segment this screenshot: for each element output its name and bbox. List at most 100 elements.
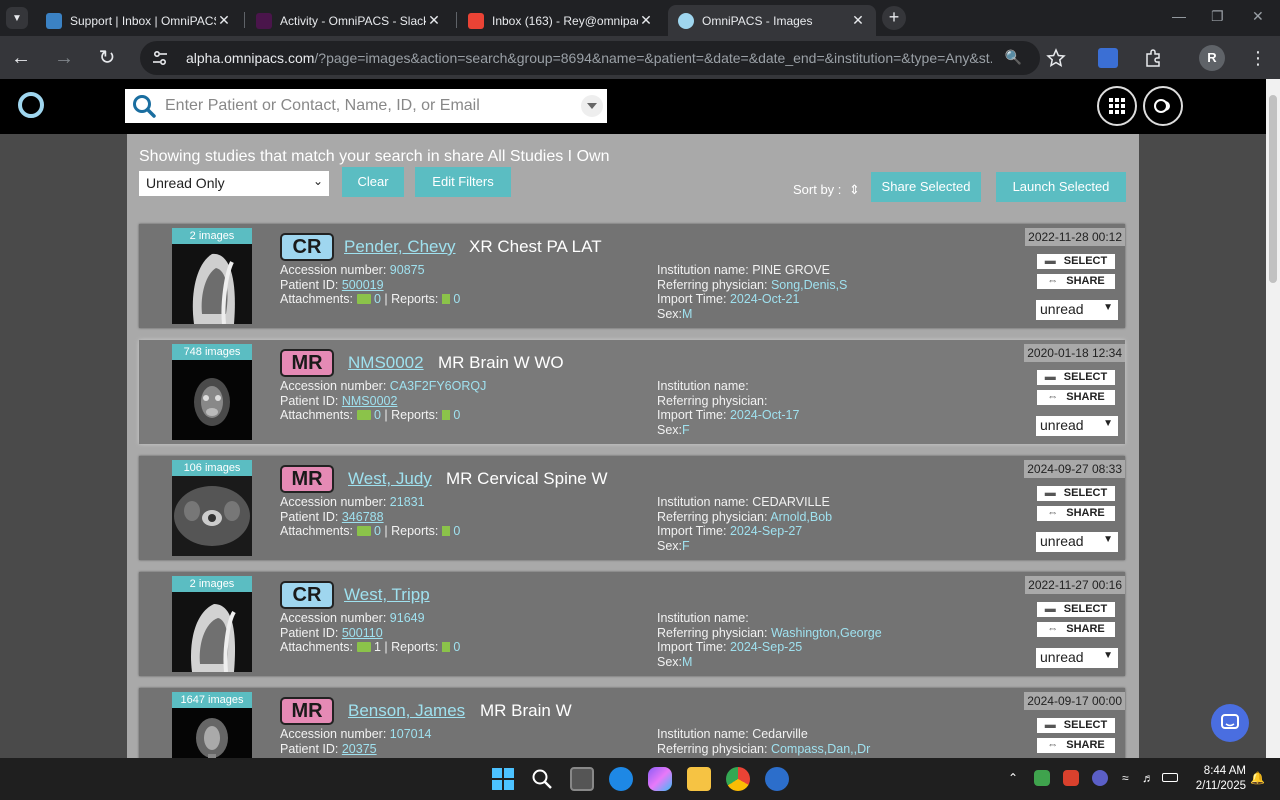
taskbar-search-icon[interactable] [530,767,554,791]
search-dropdown-button[interactable] [581,95,603,117]
notification-bell-icon[interactable]: 🔔 [1250,771,1265,785]
tray-app-icon[interactable] [1092,770,1108,786]
study-thumbnail[interactable] [172,708,252,758]
share-selected-button[interactable]: Share Selected [871,172,981,202]
forward-icon[interactable]: → [52,46,76,70]
address-bar[interactable]: alpha.omnipacs.com/?page=images&action=s… [140,41,1040,75]
file-explorer-icon[interactable] [687,767,711,791]
tab-support-inbox[interactable]: Support | Inbox | OmniPACS ✕ [36,5,242,36]
chest-xray-lateral-image [172,592,252,672]
battery-icon[interactable] [1162,773,1178,782]
chevron-down-icon: ⌄ [312,174,323,188]
read-status-select[interactable]: unread ▼ [1036,416,1118,436]
share-button[interactable]: ⇔ SHARE [1037,274,1115,289]
modality-badge: MR [280,465,334,493]
support-chat-button[interactable] [1211,704,1249,742]
select-button[interactable]: ▬ SELECT [1037,254,1115,269]
window-close-icon[interactable]: ✕ [1252,8,1264,25]
tray-app-icon[interactable] [1063,770,1079,786]
copilot-icon[interactable] [648,767,672,791]
share-button[interactable]: ⇔ SHARE [1037,738,1115,753]
extension-icon[interactable] [1098,48,1118,68]
minus-icon: ▬ [1044,603,1056,615]
omnipacs-logo[interactable] [18,92,44,118]
share-button[interactable]: ⇔ SHARE [1037,390,1115,405]
patient-name-link[interactable]: West, Judy [348,469,432,489]
patient-id-link[interactable]: 20375 [342,742,377,756]
pinned-app-icon[interactable] [765,767,789,791]
windows-start-icon[interactable] [491,767,515,791]
unread-filter-select[interactable]: Unread Only ⌄ [139,171,329,196]
apps-grid-button[interactable] [1097,86,1137,126]
search-input[interactable]: Enter Patient or Contact, Name, ID, or E… [165,97,480,115]
patient-name-link[interactable]: Pender, Chevy [344,237,456,257]
edge-icon[interactable] [609,767,633,791]
close-icon[interactable]: ✕ [638,12,654,29]
accession-number: 90875 [389,263,425,277]
minimize-icon[interactable]: — [1172,8,1186,24]
system-clock[interactable]: 8:44 AM 2/11/2025 [1190,764,1246,794]
launch-selected-button[interactable]: Launch Selected [996,172,1126,202]
select-button[interactable]: ▬ SELECT [1037,486,1115,501]
select-button[interactable]: ▬ SELECT [1037,718,1115,733]
patient-id-link[interactable]: NMS0002 [342,394,398,408]
select-button[interactable]: ▬ SELECT [1037,602,1115,617]
share-button[interactable]: ⇔ SHARE [1037,622,1115,637]
task-view-icon[interactable] [570,767,594,791]
close-icon[interactable]: ✕ [850,12,866,29]
study-identifiers: Accession number: 91649 Patient ID: 5001… [280,611,461,654]
tab-slack-activity[interactable]: Activity - OmniPACS - Slack ✕ [246,5,452,36]
sort-by-control[interactable]: Sort by : ⇕ [793,182,860,198]
study-thumbnail[interactable] [172,360,252,440]
close-icon[interactable]: ✕ [426,12,442,29]
folder-icon [356,526,371,536]
patient-search[interactable]: Enter Patient or Contact, Name, ID, or E… [125,89,607,123]
volume-icon[interactable]: ♬ [1142,771,1154,785]
study-card[interactable]: 748 images MR NMS0002 MR Brain W WO Acce… [139,340,1125,444]
read-status-select[interactable]: unread ▼ [1036,532,1118,552]
study-card[interactable]: 1647 images MR Benson, James MR Brain W … [139,688,1125,758]
bookmark-star-icon[interactable] [1046,48,1066,68]
study-card[interactable]: 106 images MR West, Judy MR Cervical Spi… [139,456,1125,560]
site-info-icon[interactable] [150,48,170,68]
tray-overflow-icon[interactable]: ⌃ [1008,771,1018,785]
patient-name-link[interactable]: West, Tripp [344,585,430,605]
close-icon[interactable]: ✕ [216,12,232,29]
zoom-icon[interactable]: 🔍 [1005,49,1022,66]
study-thumbnail[interactable] [172,592,252,672]
chrome-icon[interactable] [726,767,750,791]
tab-title: Activity - OmniPACS - Slack [280,13,426,28]
scrollbar-thumb[interactable] [1269,95,1277,283]
select-button[interactable]: ▬ SELECT [1037,370,1115,385]
share-button[interactable]: ⇔ SHARE [1037,506,1115,521]
patient-id-link[interactable]: 500019 [342,278,384,292]
tab-gmail-inbox[interactable]: Inbox (163) - Rey@omnipacs ✕ [458,5,664,36]
study-thumbnail[interactable] [172,476,252,556]
restore-icon[interactable]: ❐ [1211,8,1224,25]
new-tab-button[interactable]: + [882,6,906,30]
edit-filters-button[interactable]: Edit Filters [415,167,511,197]
study-card[interactable]: 2 images CR Pender, Chevy XR Chest PA LA… [139,224,1125,328]
tray-app-icon[interactable] [1034,770,1050,786]
read-status-select[interactable]: unread ▼ [1036,300,1118,320]
patient-id-link[interactable]: 346788 [342,510,384,524]
patient-name-link[interactable]: NMS0002 [348,353,424,373]
study-card[interactable]: 2 images CR West, Tripp Accession number… [139,572,1125,676]
page-scrollbar[interactable] [1266,79,1280,758]
study-date: 2020-01-18 12:34 [1024,344,1125,362]
reload-icon[interactable]: ↻ [95,46,119,70]
image-count-badge: 106 images [172,460,252,476]
more-menu-icon[interactable]: ⋮ [1248,48,1268,68]
wifi-icon[interactable]: ≈ [1122,771,1129,785]
puzzle-extensions-icon[interactable] [1143,48,1163,68]
omnipacs-account-button[interactable] [1143,86,1183,126]
patient-id-link[interactable]: 500110 [342,626,383,640]
tab-search-button[interactable]: ▼ [6,7,28,29]
tab-omnipacs-images[interactable]: OmniPACS - Images ✕ [668,5,876,36]
back-icon[interactable]: ← [9,46,33,70]
clear-button[interactable]: Clear [342,167,404,197]
patient-name-link[interactable]: Benson, James [348,701,465,721]
study-thumbnail[interactable] [172,244,252,324]
profile-avatar[interactable]: R [1199,45,1225,71]
read-status-select[interactable]: unread ▼ [1036,648,1118,668]
